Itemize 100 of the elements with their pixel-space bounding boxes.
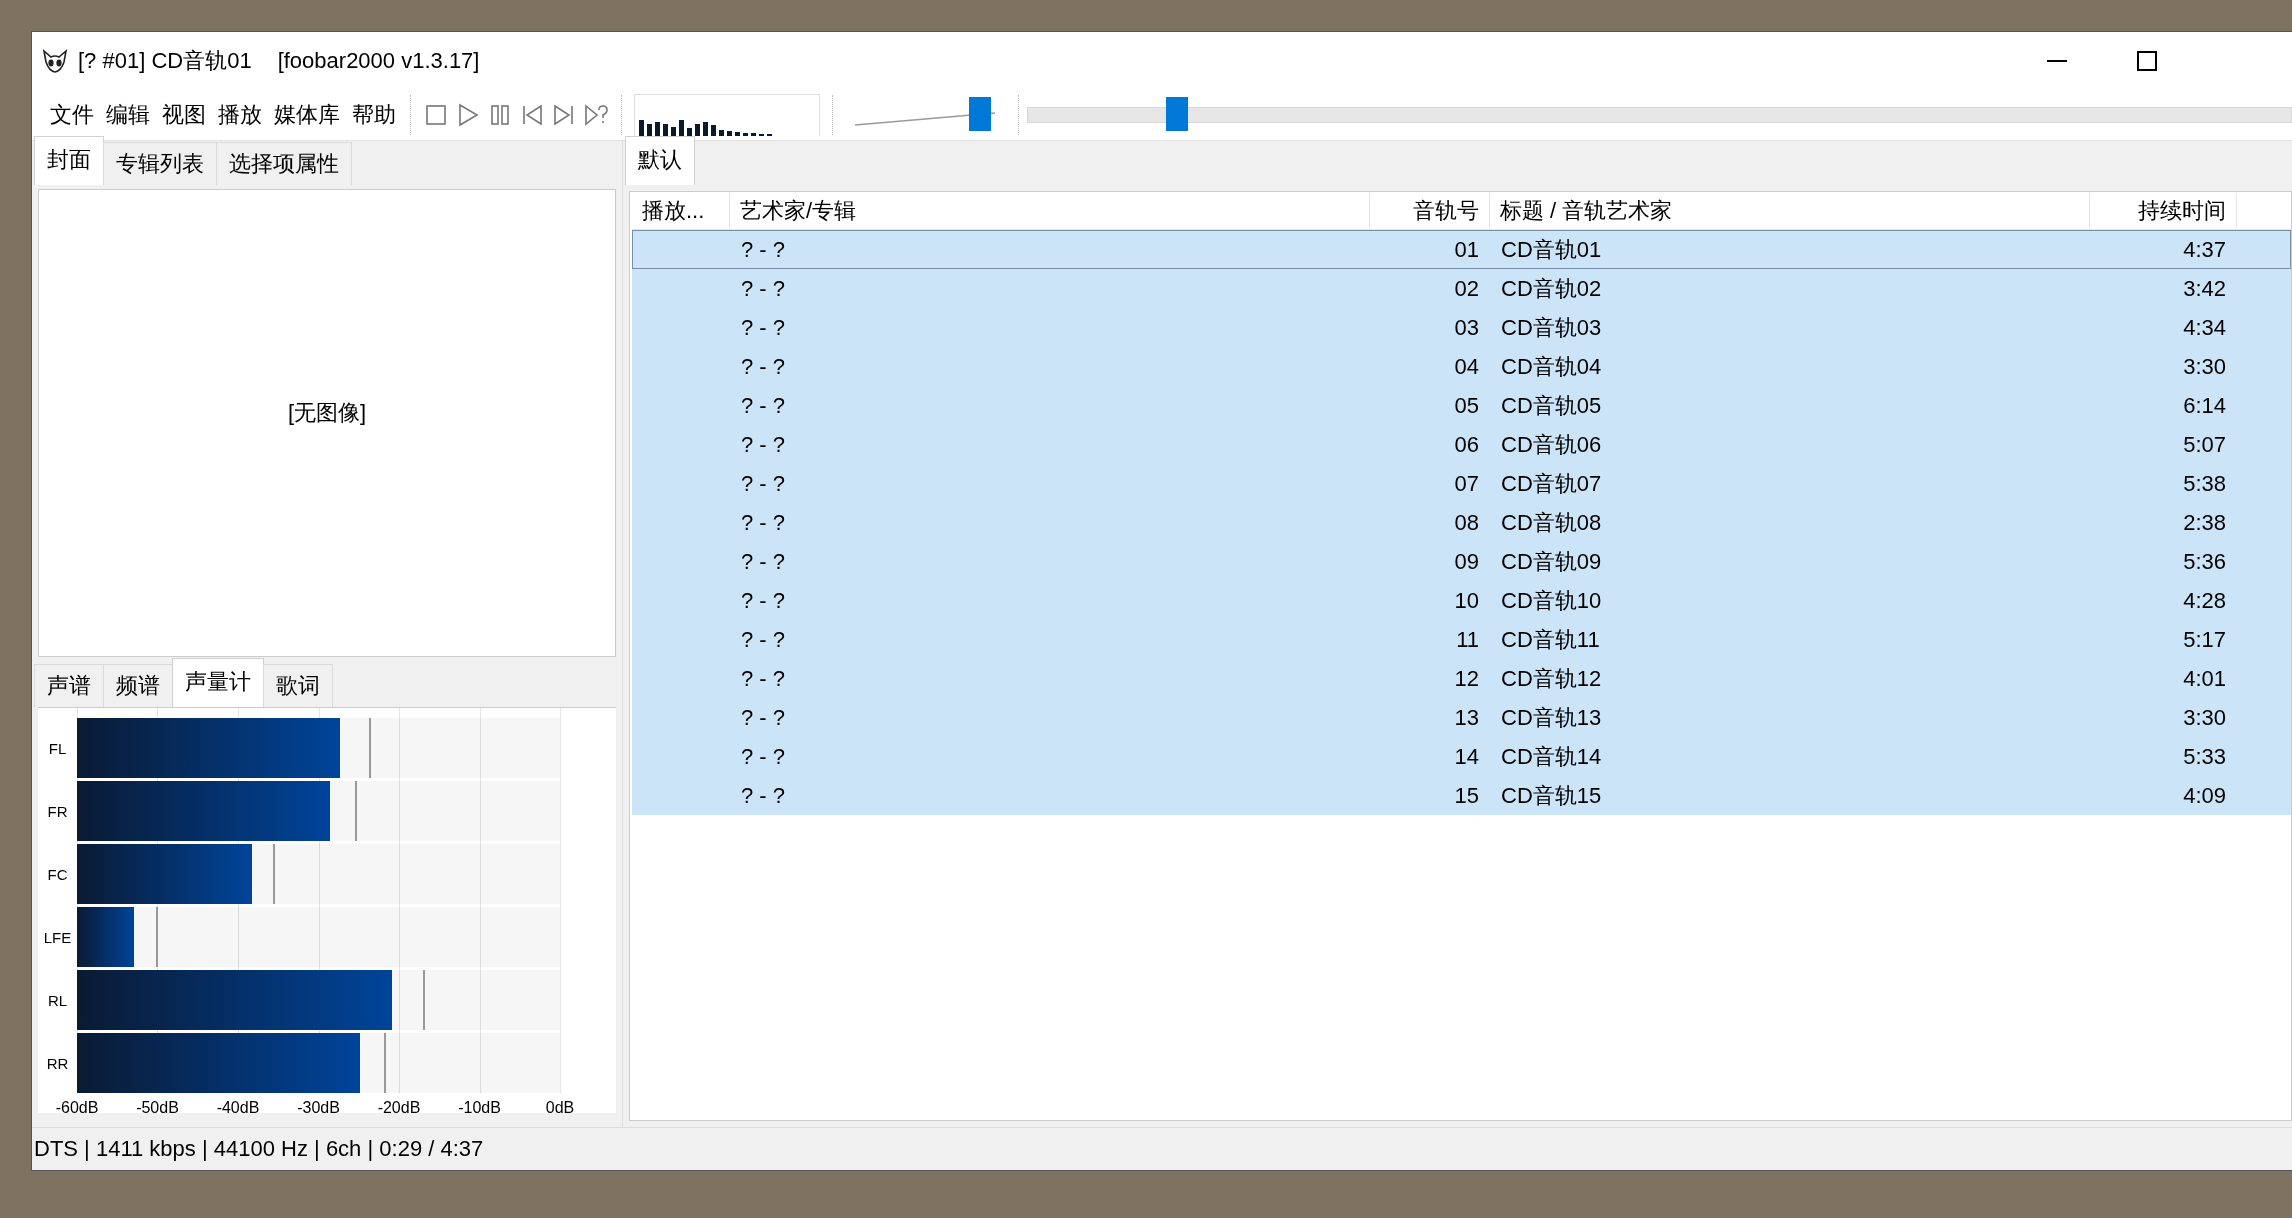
app-version: [foobar2000 v1.3.17] (277, 48, 480, 74)
axis-tick-label: -30dB (297, 1099, 340, 1117)
axis-tick-label: 0dB (545, 1099, 575, 1117)
table-cell-text: CD音轨03 (1500, 313, 1603, 342)
volume-thumb[interactable] (969, 97, 992, 131)
table-cell-text: 06 (1453, 431, 1480, 458)
table-cell-text: 4:28 (2182, 587, 2227, 614)
table-cell-text: 3:30 (2182, 704, 2227, 731)
table-cell-text: 12 (1453, 665, 1480, 692)
table-cell-text: ? - ? (740, 431, 787, 458)
track-row[interactable]: ? - ? 14 CD音轨14 5:33 (632, 737, 2291, 776)
table-cell-text: CD音轨02 (1500, 274, 1603, 303)
tab[interactable]: 专辑列表 (103, 142, 217, 185)
channel-label: RL (46, 991, 69, 1009)
table-cell-text: CD音轨05 (1500, 391, 1603, 420)
channel-label: LFE (42, 928, 73, 946)
random-icon[interactable] (583, 102, 609, 128)
table-cell-text: CD音轨09 (1500, 547, 1603, 576)
table-cell-text: CD音轨13 (1500, 703, 1603, 732)
tab[interactable]: 默认 (625, 136, 695, 185)
table-cell-text: ? - ? (740, 236, 787, 263)
track-row[interactable]: ? - ? 10 CD音轨10 4:28 (632, 581, 2291, 620)
menu-item[interactable]: 视图 (162, 100, 206, 130)
track-row[interactable]: ? - ? 04 CD音轨04 3:30 (632, 347, 2291, 386)
table-cell-text: 13 (1453, 704, 1480, 731)
track-row[interactable]: ? - ? 12 CD音轨12 4:01 (632, 659, 2291, 698)
column-header[interactable]: 音轨号 (1370, 193, 1490, 229)
track-row[interactable]: ? - ? 03 CD音轨03 4:34 (632, 308, 2291, 347)
table-cell-text: CD音轨08 (1500, 508, 1603, 537)
track-row[interactable]: ? - ? 15 CD音轨15 4:09 (632, 776, 2291, 815)
table-cell-text: 02 (1453, 275, 1480, 302)
table-cell-text: CD音轨12 (1500, 664, 1603, 693)
table-cell-text: ? - ? (740, 548, 787, 575)
table-cell-text: CD音轨14 (1500, 742, 1603, 771)
table-cell-text: ? - ? (740, 665, 787, 692)
column-header[interactable]: 持续时间 (2090, 193, 2237, 229)
menu-item[interactable]: 文件 (50, 100, 94, 130)
table-cell-text: 6:14 (2182, 392, 2227, 419)
menu-item[interactable]: 编辑 (106, 100, 150, 130)
table-cell-text: CD音轨07 (1500, 469, 1603, 498)
track-row[interactable]: ? - ? 02 CD音轨02 3:42 (632, 269, 2291, 308)
track-row[interactable]: ? - ? 11 CD音轨11 5:17 (632, 620, 2291, 659)
table-cell-text: ? - ? (740, 587, 787, 614)
stop-icon[interactable] (423, 102, 449, 128)
table-cell-text: CD音轨11 (1500, 625, 1601, 654)
table-cell-text: 4:34 (2182, 314, 2227, 341)
table-cell-text: ? - ? (740, 509, 787, 536)
table-cell-text: ? - ? (740, 470, 787, 497)
track-row[interactable]: ? - ? 09 CD音轨09 5:36 (632, 542, 2291, 581)
table-cell-text: ? - ? (740, 704, 787, 731)
table-cell-text: 14 (1453, 743, 1480, 770)
track-row[interactable]: ? - ? 06 CD音轨06 5:07 (632, 425, 2291, 464)
track-row[interactable]: ? - ? 08 CD音轨08 2:38 (632, 503, 2291, 542)
tab[interactable]: 选择项属性 (216, 142, 352, 185)
column-header[interactable]: 播放... (632, 193, 730, 229)
table-cell-text: 10 (1453, 587, 1480, 614)
axis-tick-label: -10dB (458, 1099, 501, 1117)
tab[interactable]: 声谱 (34, 664, 104, 707)
table-cell-text: 2:38 (2182, 509, 2227, 536)
table-cell-text: CD音轨01 (1500, 235, 1603, 264)
table-cell-text: 11 (1455, 626, 1480, 653)
minimize-icon (2047, 60, 2067, 62)
table-cell-text: 4:37 (2182, 236, 2227, 263)
table-cell-text: 08 (1453, 509, 1480, 536)
column-header[interactable]: 艺术家/专辑 (730, 193, 1370, 229)
menu-item[interactable]: 播放 (218, 100, 262, 130)
table-cell-text: 3:30 (2182, 353, 2227, 380)
table-cell-text: ? - ? (740, 626, 787, 653)
table-cell-text: ? - ? (740, 782, 787, 809)
table-cell-text: ? - ? (740, 743, 787, 770)
channel-label: FL (47, 739, 68, 757)
tab[interactable]: 歌词 (263, 664, 333, 707)
table-cell-text: 04 (1453, 353, 1480, 380)
maximize-icon (2137, 51, 2157, 71)
tab[interactable]: 封面 (34, 136, 104, 185)
window-title: [? #01] CD音轨01 (78, 47, 252, 75)
menu-item[interactable]: 媒体库 (274, 100, 340, 130)
seek-thumb[interactable] (1166, 97, 1189, 131)
table-cell-text: CD音轨15 (1500, 781, 1603, 810)
table-cell-text: 15 (1453, 782, 1480, 809)
tab[interactable]: 声量计 (172, 658, 264, 707)
track-row[interactable]: ? - ? 01 CD音轨01 4:37 (632, 230, 2291, 269)
track-row[interactable]: ? - ? 13 CD音轨13 3:30 (632, 698, 2291, 737)
track-row[interactable]: ? - ? 05 CD音轨05 6:14 (632, 386, 2291, 425)
menu-item[interactable]: 帮助 (352, 100, 396, 130)
table-cell-text: CD音轨10 (1500, 586, 1603, 615)
table-cell-text: 5:17 (2182, 626, 2227, 653)
table-cell-text: 01 (1453, 236, 1480, 263)
table-cell-text: 03 (1453, 314, 1480, 341)
table-cell-text: ? - ? (740, 392, 787, 419)
table-cell-text: 07 (1453, 470, 1480, 497)
table-cell-text: CD音轨06 (1500, 430, 1603, 459)
table-cell-text: ? - ? (740, 353, 787, 380)
track-row[interactable]: ? - ? 07 CD音轨07 5:38 (632, 464, 2291, 503)
table-cell-text: 09 (1453, 548, 1480, 575)
table-cell-text: ? - ? (740, 275, 787, 302)
column-header[interactable]: 标题 / 音轨艺术家 (1490, 193, 2090, 229)
table-cell-text: 05 (1453, 392, 1480, 419)
table-cell-text: CD音轨04 (1500, 352, 1603, 381)
table-cell-text: 4:09 (2182, 782, 2227, 809)
